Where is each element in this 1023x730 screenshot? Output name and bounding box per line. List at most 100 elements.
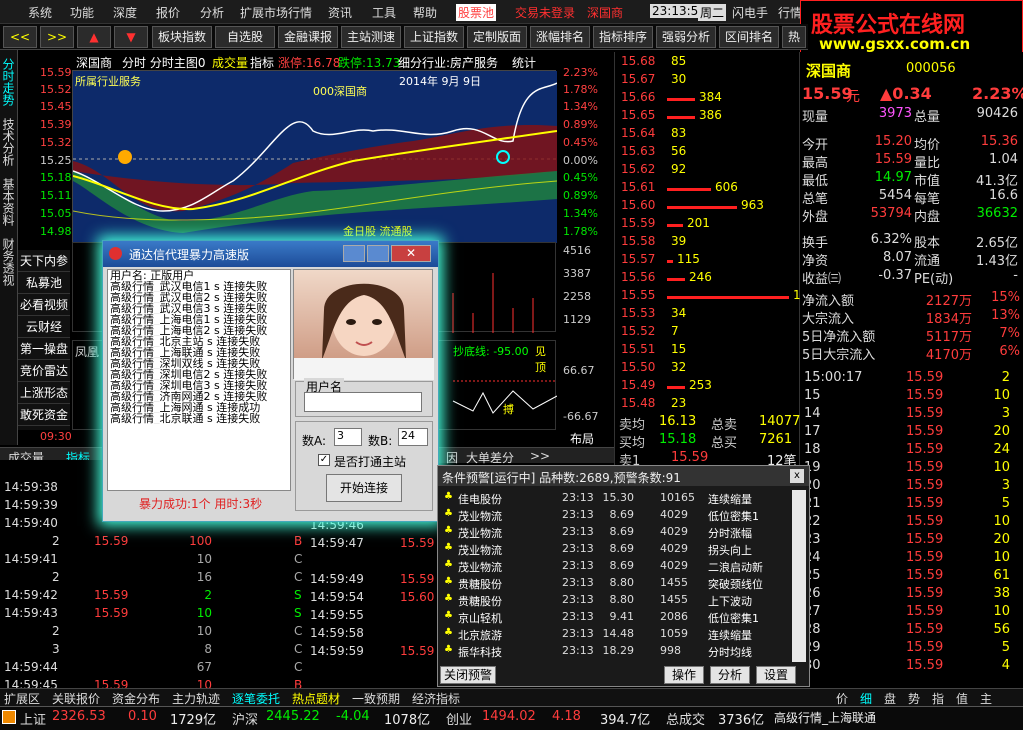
connect-button[interactable]: 开始连接 — [326, 474, 402, 502]
finance-course-button[interactable]: 金融课报 — [278, 26, 338, 48]
alert-row[interactable]: ♣ 茂业物流 23:13 8.69 4029 低位密集1 — [440, 507, 796, 524]
alert-close-icon[interactable]: x — [790, 469, 804, 483]
prev-button[interactable]: << — [3, 26, 37, 48]
num-b-input[interactable]: 24 — [398, 428, 428, 446]
menu-depth[interactable]: 深度 — [113, 4, 137, 21]
bottom-right-tab[interactable]: 势 — [908, 690, 920, 707]
strength-button[interactable]: 强弱分析 — [656, 26, 716, 48]
quote-button[interactable]: 行情 — [778, 4, 802, 21]
nav-technical[interactable]: 技术分析 — [1, 118, 17, 166]
open-time: 09:30 — [40, 430, 72, 443]
nav-financial[interactable]: 财务透视 — [1, 238, 17, 286]
flash-trade-button[interactable]: 闪电手 — [732, 4, 768, 21]
alert-row[interactable]: ♣ 北京旅游 23:13 14.48 1059 连续缩量 — [440, 626, 796, 643]
alert-analysis-button[interactable]: 分析 — [710, 666, 750, 684]
username-input[interactable] — [304, 392, 422, 412]
bottom-tab[interactable]: 一致预期 — [352, 690, 400, 707]
tab-fig[interactable]: 因 — [446, 449, 458, 466]
menu-insider[interactable]: 天下内参 — [18, 250, 70, 272]
login-status[interactable]: 交易未登录 — [515, 4, 575, 21]
menu-first-trade[interactable]: 第一操盘 — [18, 338, 70, 360]
menu-quote[interactable]: 报价 — [156, 4, 180, 21]
connection-log-line: 高级行情_北京主站 s 连接失败 — [110, 336, 261, 347]
tab-big-order[interactable]: 大单差分 — [466, 449, 514, 466]
alert-row[interactable]: ♣ 茂业物流 23:13 8.69 4029 拐头向上 — [440, 541, 796, 558]
alert-time: 23:13 — [562, 576, 594, 589]
menu-rise-pattern[interactable]: 上涨形态 — [18, 382, 70, 404]
bottom-tab[interactable]: 关联报价 — [52, 690, 100, 707]
alert-row[interactable]: ♣ 茂业物流 23:13 8.69 4029 分时涨幅 — [440, 524, 796, 541]
trade-time: 2 — [52, 534, 60, 548]
menu-daring-fund[interactable]: 敢死资金 — [18, 404, 70, 426]
menu-video[interactable]: 必看视频 — [18, 294, 70, 316]
down-button[interactable]: ▼ — [114, 26, 148, 48]
indicator-sort-button[interactable]: 指标排序 — [593, 26, 653, 48]
trade-time: 14:59:43 — [4, 606, 58, 620]
num-a-input[interactable]: 3 — [334, 428, 362, 446]
sector-index-button[interactable]: 板块指数 — [152, 26, 212, 48]
alert-settings-button[interactable]: 设置 — [756, 666, 796, 684]
next-button[interactable]: >> — [40, 26, 74, 48]
connection-log-line: 高级行情_武汉电信1 s 连接失败 — [110, 281, 268, 292]
bottom-tab[interactable]: 热点题材 — [292, 690, 340, 707]
alert-op-button[interactable]: 操作 — [664, 666, 704, 684]
alert-row[interactable]: ♣ 京山轻机 23:13 9.41 2086 低位密集1 — [440, 609, 796, 626]
alert-row[interactable]: ♣ 贵糖股份 23:13 8.80 1455 突破颈线位 — [440, 575, 796, 592]
bottom-tab[interactable]: 逐笔委托 — [232, 690, 280, 707]
menu-help[interactable]: 帮助 — [413, 4, 437, 21]
menu-function[interactable]: 功能 — [70, 4, 94, 21]
stats-button[interactable]: 统计 — [512, 54, 536, 71]
bottom-right-tab[interactable]: 细 — [860, 690, 872, 707]
menu-stock-pool[interactable]: 股票池 — [456, 4, 497, 21]
bottom-tab[interactable]: 资金分布 — [112, 690, 160, 707]
menu-news[interactable]: 资讯 — [328, 4, 352, 21]
alert-row[interactable]: ♣ 贵糖股份 23:13 8.80 1455 上下波动 — [440, 592, 796, 609]
bottom-right-tab[interactable]: 值 — [956, 690, 968, 707]
menu-cloud-finance[interactable]: 云财经 — [18, 316, 70, 338]
speed-test-button[interactable]: 主站测速 — [341, 26, 401, 48]
alert-row[interactable]: ♣ 佳电股份 23:13 15.30 10165 连续缩量 — [440, 490, 796, 507]
up-button[interactable]: ▲ — [77, 26, 111, 48]
range-ranking-button[interactable]: 区间排名 — [719, 26, 779, 48]
nav-fundamental[interactable]: 基本资料 — [1, 178, 17, 226]
alert-row[interactable]: ♣ 振华科技 23:13 18.29 998 分时均线 — [440, 643, 796, 660]
bottom-right-tab[interactable]: 主 — [980, 690, 992, 707]
menu-analysis[interactable]: 分析 — [200, 4, 224, 21]
num-a-label: 数A: — [302, 434, 327, 448]
intraday-chart[interactable]: 所属行业服务 2014年 9月 9日 000深国商 — [72, 70, 558, 243]
menu-system[interactable]: 系统 — [28, 4, 52, 21]
alert-scrollbar[interactable] — [792, 490, 806, 662]
menu-private-fund[interactable]: 私募池 — [18, 272, 70, 294]
indicator-label[interactable]: 指标 — [250, 54, 274, 71]
hot-button[interactable]: 热 — [782, 26, 806, 48]
menu-tools[interactable]: 工具 — [372, 4, 396, 21]
bottom-right-tab[interactable]: 盘 — [884, 690, 896, 707]
menu-ext-market[interactable]: 扩展市场行情 — [240, 4, 312, 21]
connection-log[interactable]: 用户名: 正版用户 高级行情_武汉电信1 s 连接失败 高级行情_武汉电信2 s 连… — [107, 269, 291, 491]
order-volume: 7 — [671, 324, 679, 338]
nav-intraday[interactable]: 分时走势 — [1, 58, 17, 106]
sh-index-button[interactable]: 上证指数 — [404, 26, 464, 48]
menu-auction-radar[interactable]: 竞价雷达 — [18, 360, 70, 382]
bottom-tab[interactable]: 主力轨迹 — [172, 690, 220, 707]
close-alert-button[interactable]: 关闭预警 — [440, 666, 496, 684]
watchlist-button[interactable]: 自选股 — [215, 26, 275, 48]
maximize-button[interactable] — [367, 245, 389, 262]
custom-layout-button[interactable]: 定制版面 — [467, 26, 527, 48]
volume-label[interactable]: 成交量 — [212, 54, 248, 71]
main-station-checkbox[interactable]: ✓ — [318, 454, 330, 466]
quote-value: 5454 — [878, 188, 912, 203]
alert-row[interactable]: ♣ 茂业物流 23:13 8.69 4029 二浪启动新 — [440, 558, 796, 575]
bottom-tab[interactable]: 扩展区 — [4, 690, 40, 707]
layout-button[interactable]: 布局 — [570, 430, 594, 447]
gain-ranking-button[interactable]: 涨幅排名 — [530, 26, 590, 48]
minimize-button[interactable] — [343, 245, 365, 262]
bottom-right-tab[interactable]: 价 — [836, 690, 848, 707]
tab-more[interactable]: >> — [530, 449, 550, 463]
order-summary-buy_tl: 总买 — [711, 436, 738, 451]
chart-tabs[interactable]: 分时 分时主图0 — [122, 54, 205, 71]
close-icon[interactable]: ✕ — [391, 245, 431, 262]
order-volume: 246 — [689, 270, 712, 284]
bottom-right-tab[interactable]: 指 — [932, 690, 944, 707]
bottom-tab[interactable]: 经济指标 — [412, 690, 460, 707]
